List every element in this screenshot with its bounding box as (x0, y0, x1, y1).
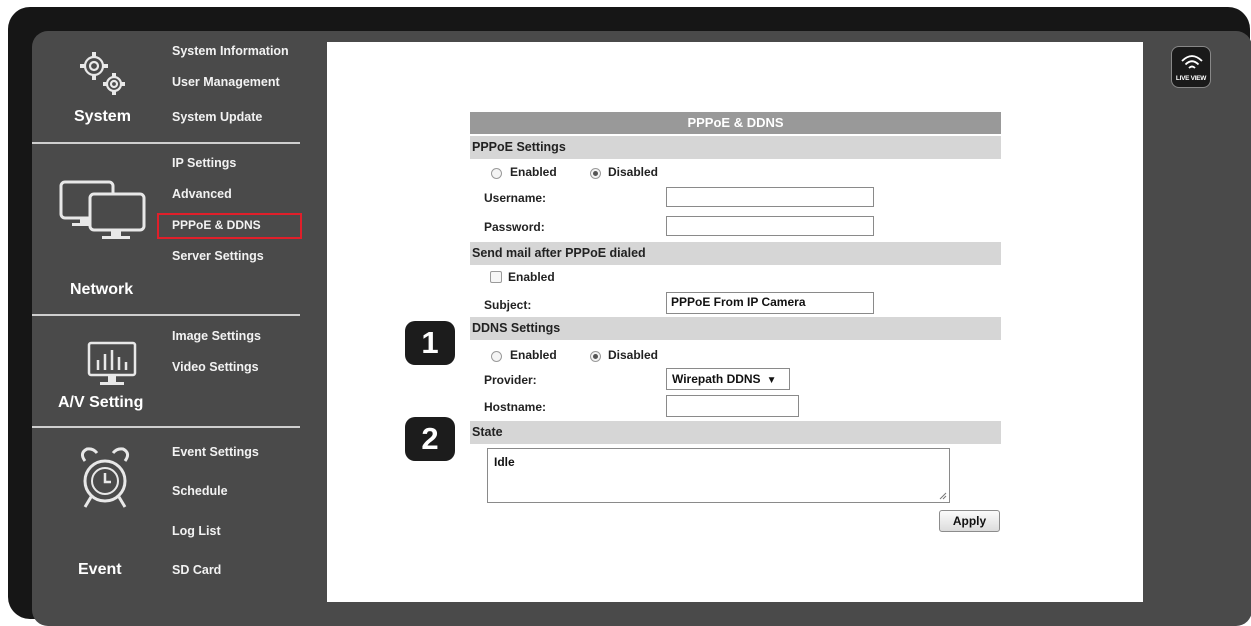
apply-button[interactable]: Apply (939, 510, 1000, 532)
pppoe-enabled-radio[interactable] (491, 168, 502, 179)
sidebar-item-advanced[interactable]: Advanced (172, 187, 232, 201)
sidebar-item-sd-card[interactable]: SD Card (172, 563, 221, 577)
sidebar-item-system-information[interactable]: System Information (172, 44, 289, 58)
provider-select[interactable]: Wirepath DDNS ▼ (666, 368, 790, 390)
sidebar-item-system-update[interactable]: System Update (172, 110, 262, 124)
sidebar-item-schedule[interactable]: Schedule (172, 484, 228, 498)
sidebar-item-ip-settings[interactable]: IP Settings (172, 156, 236, 170)
sidebar-item-event-settings[interactable]: Event Settings (172, 445, 259, 459)
username-label: Username: (484, 191, 547, 205)
password-label: Password: (484, 220, 545, 234)
pppoe-enabled-label: Enabled (510, 165, 557, 179)
subject-label: Subject: (484, 298, 532, 312)
av-monitor-icon (87, 341, 137, 385)
state-value: Idle (494, 455, 515, 469)
sidebar-item-user-management[interactable]: User Management (172, 75, 280, 89)
wifi-icon (1181, 55, 1203, 69)
sidebar-item-image-settings[interactable]: Image Settings (172, 329, 261, 343)
sidebar-item-log-list[interactable]: Log List (172, 524, 221, 538)
pppoe-disabled-radio[interactable] (590, 168, 601, 179)
monitors-icon (59, 180, 146, 239)
form-title: PPPoE & DDNS (470, 112, 1001, 134)
hostname-field[interactable] (666, 395, 799, 417)
mail-section-header: Send mail after PPPoE dialed (470, 242, 1001, 265)
state-textarea[interactable]: Idle (487, 448, 950, 503)
provider-value: Wirepath DDNS (672, 372, 761, 386)
event-section-title[interactable]: Event (78, 561, 122, 579)
system-section-title[interactable]: System (74, 108, 131, 126)
sidebar-item-video-settings[interactable]: Video Settings (172, 360, 259, 374)
alarm-clock-icon (80, 447, 130, 508)
pppoe-disabled-label: Disabled (608, 165, 659, 179)
gears-icon (80, 52, 125, 95)
live-view-label: LIVE VIEW (1175, 75, 1207, 82)
ddns-enabled-radio[interactable] (491, 351, 502, 362)
callout-badge-2: 2 (405, 417, 455, 461)
pppoe-section-header: PPPoE Settings (470, 136, 1001, 159)
divider (32, 142, 300, 144)
av-section-title[interactable]: A/V Setting (58, 394, 143, 412)
mail-enabled-checkbox[interactable] (490, 271, 502, 283)
dropdown-arrow-icon: ▼ (766, 375, 777, 386)
divider (32, 314, 300, 316)
divider (32, 426, 300, 428)
ddns-disabled-radio[interactable] (590, 351, 601, 362)
subject-field[interactable]: PPPoE From IP Camera (666, 292, 874, 314)
ddns-disabled-label: Disabled (608, 348, 659, 362)
callout-badge-1: 1 (405, 321, 455, 365)
provider-label: Provider: (484, 373, 537, 387)
hostname-label: Hostname: (484, 400, 547, 414)
sidebar-item-server-settings[interactable]: Server Settings (172, 249, 264, 263)
resize-grip-icon[interactable] (939, 492, 947, 500)
ddns-enabled-label: Enabled (510, 348, 557, 362)
mail-enabled-label: Enabled (508, 270, 555, 284)
live-view-button[interactable]: LIVE VIEW (1171, 46, 1211, 88)
ddns-section-header: DDNS Settings (470, 317, 1001, 340)
username-field[interactable] (666, 187, 874, 207)
password-field[interactable] (666, 216, 874, 236)
network-section-title[interactable]: Network (70, 281, 133, 299)
active-item-highlight (157, 213, 302, 239)
state-section-header: State (470, 421, 1001, 444)
